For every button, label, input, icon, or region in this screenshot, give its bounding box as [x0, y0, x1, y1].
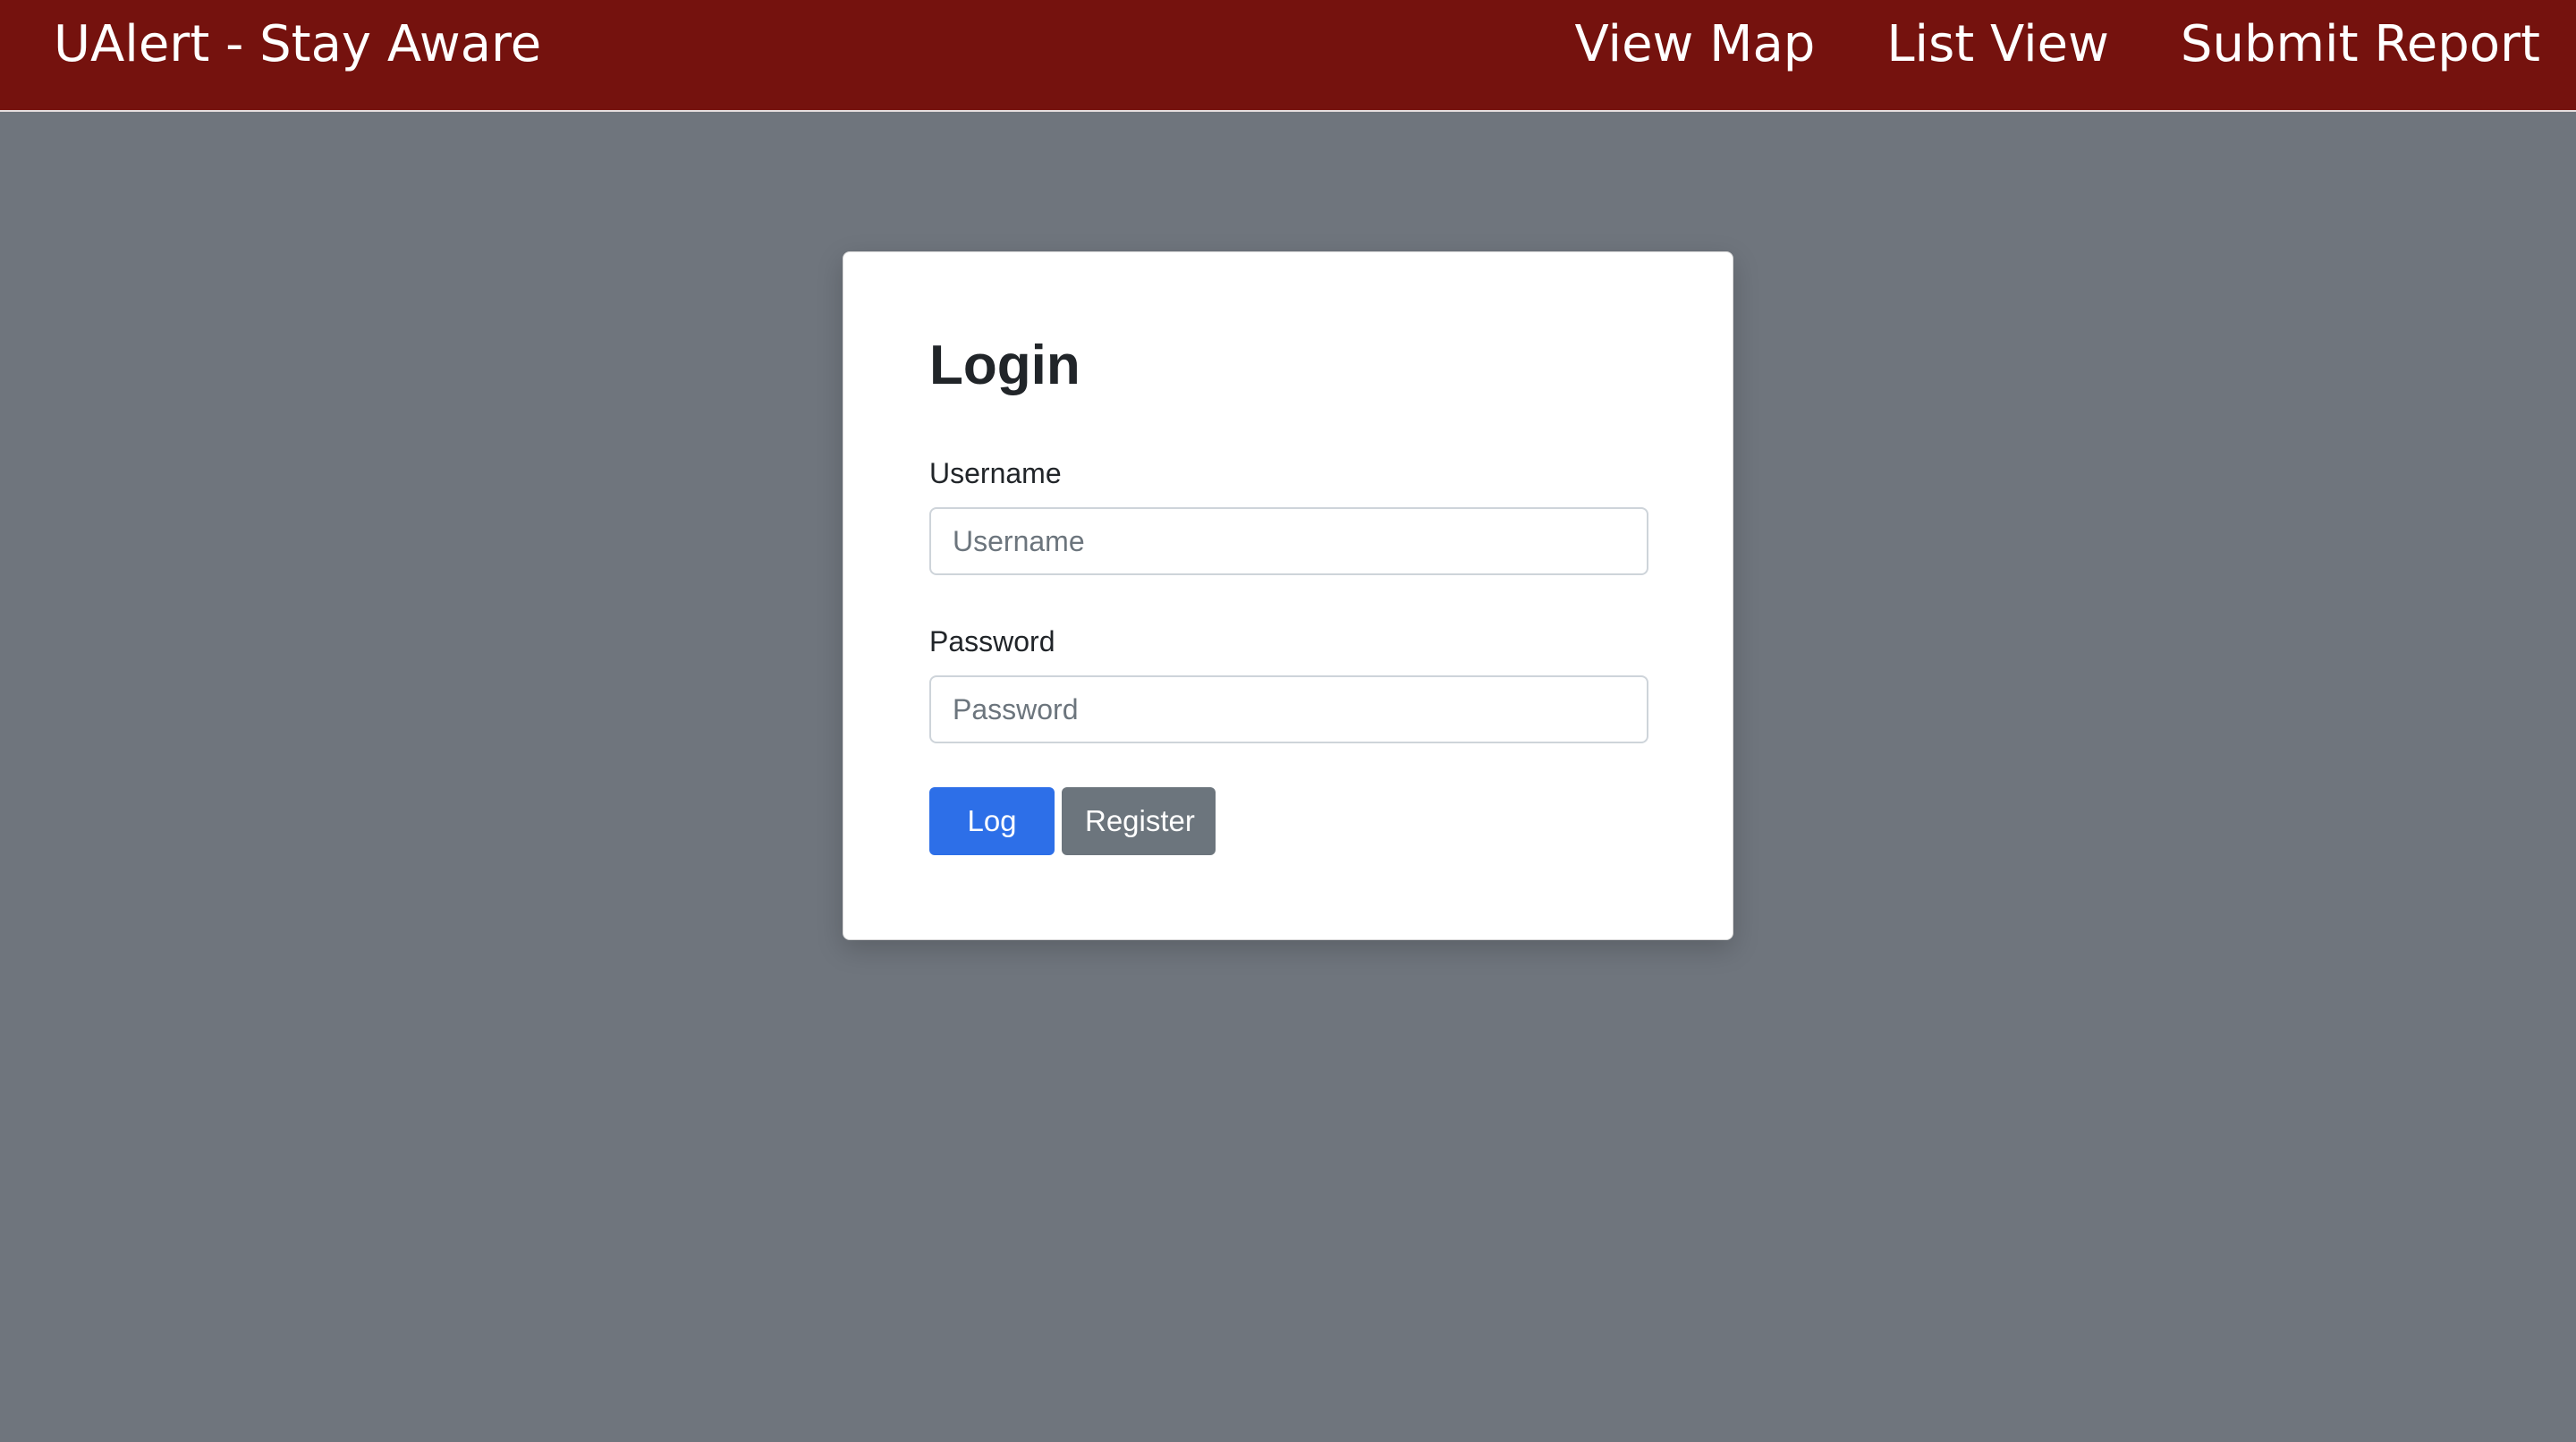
username-input[interactable]	[929, 507, 1648, 575]
nav-view-map[interactable]: View Map	[1574, 0, 1815, 89]
password-label: Password	[929, 625, 1055, 657]
nav-list-view[interactable]: List View	[1886, 0, 2109, 89]
login-title: Login	[929, 335, 1080, 396]
brand-title[interactable]: UAlert - Stay Aware	[54, 0, 541, 89]
main-nav: View Map List View Submit Report	[1503, 0, 2540, 89]
top-navbar: UAlert - Stay Aware View Map List View S…	[0, 0, 2576, 112]
register-button[interactable]: Register	[1062, 787, 1216, 855]
login-button[interactable]: Log in	[929, 787, 1055, 905]
login-card: Login Username Password Log in Register	[843, 251, 1733, 940]
password-input[interactable]	[929, 675, 1648, 743]
username-label: Username	[929, 457, 1062, 489]
nav-submit-report[interactable]: Submit Report	[2181, 0, 2540, 89]
